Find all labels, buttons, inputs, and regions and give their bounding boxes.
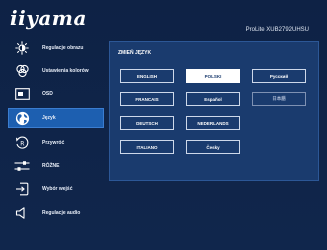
sidebar-item-reset[interactable]: R Przywróć (8, 133, 104, 153)
osd-window: iiyama ProLite XUB2792UHSU Regulacje obr… (0, 0, 327, 250)
osd-icon (12, 85, 32, 103)
model-name: ProLite XUB2792UHSU (245, 27, 309, 33)
panel-title: ZMIEŃ JĘZYK (118, 50, 152, 56)
language-option-russian[interactable]: Pусский (252, 69, 306, 83)
svg-text:R: R (20, 140, 24, 147)
header: iiyama ProLite XUB2792UHSU (0, 0, 327, 36)
sidebar-item-label: Przywróć (42, 140, 65, 146)
globe-icon (12, 109, 32, 127)
language-panel: ZMIEŃ JĘZYK ENGLISH POLSKI Pусский FRANC… (109, 41, 319, 181)
brand-logo: iiyama (10, 6, 87, 30)
color-settings-icon (12, 62, 32, 80)
sidebar-item-label: Regulacje audio (42, 210, 81, 216)
language-option-czech[interactable]: Česky (186, 140, 240, 154)
sidebar-item-label: Wybór wejść (42, 186, 73, 192)
sidebar-item-input-select[interactable]: Wybór wejść (8, 179, 104, 199)
brightness-icon (12, 39, 32, 57)
language-option-italian[interactable]: ITALIANO (120, 140, 174, 154)
sidebar-menu: Regulacje obrazu Ustawienia kolorów OSD (8, 38, 104, 228)
sidebar-item-label: Regulacje obrazu (42, 45, 84, 51)
sidebar-item-label: OSD (42, 91, 53, 97)
language-option-english[interactable]: ENGLISH (120, 69, 174, 83)
sidebar-item-language[interactable]: Język (8, 108, 104, 128)
language-option-french[interactable]: FRANCAIS (120, 92, 174, 106)
sidebar-item-misc[interactable]: RÓŻNE (8, 156, 104, 176)
sidebar-item-label: Ustawienia kolorów (42, 68, 89, 74)
language-option-spanish[interactable]: Español (186, 92, 240, 106)
reset-icon: R (12, 134, 32, 152)
input-select-icon (12, 180, 32, 198)
misc-icon (12, 157, 32, 175)
language-option-japanese[interactable]: 日本語 (252, 92, 306, 106)
sidebar-item-picture-adjust[interactable]: Regulacje obrazu (8, 38, 104, 58)
sidebar-item-audio[interactable]: Regulacje audio (8, 203, 104, 223)
sidebar-item-label: RÓŻNE (42, 163, 60, 169)
sidebar-item-label: Język (42, 115, 56, 121)
language-option-polish[interactable]: POLSKI (186, 69, 240, 83)
speaker-icon (12, 204, 32, 222)
language-option-dutch[interactable]: NEDERLANDS (186, 116, 240, 130)
sidebar-item-color-settings[interactable]: Ustawienia kolorów (8, 61, 104, 81)
language-option-german[interactable]: DEUTSCH (120, 116, 174, 130)
sidebar-item-osd[interactable]: OSD (8, 84, 104, 104)
